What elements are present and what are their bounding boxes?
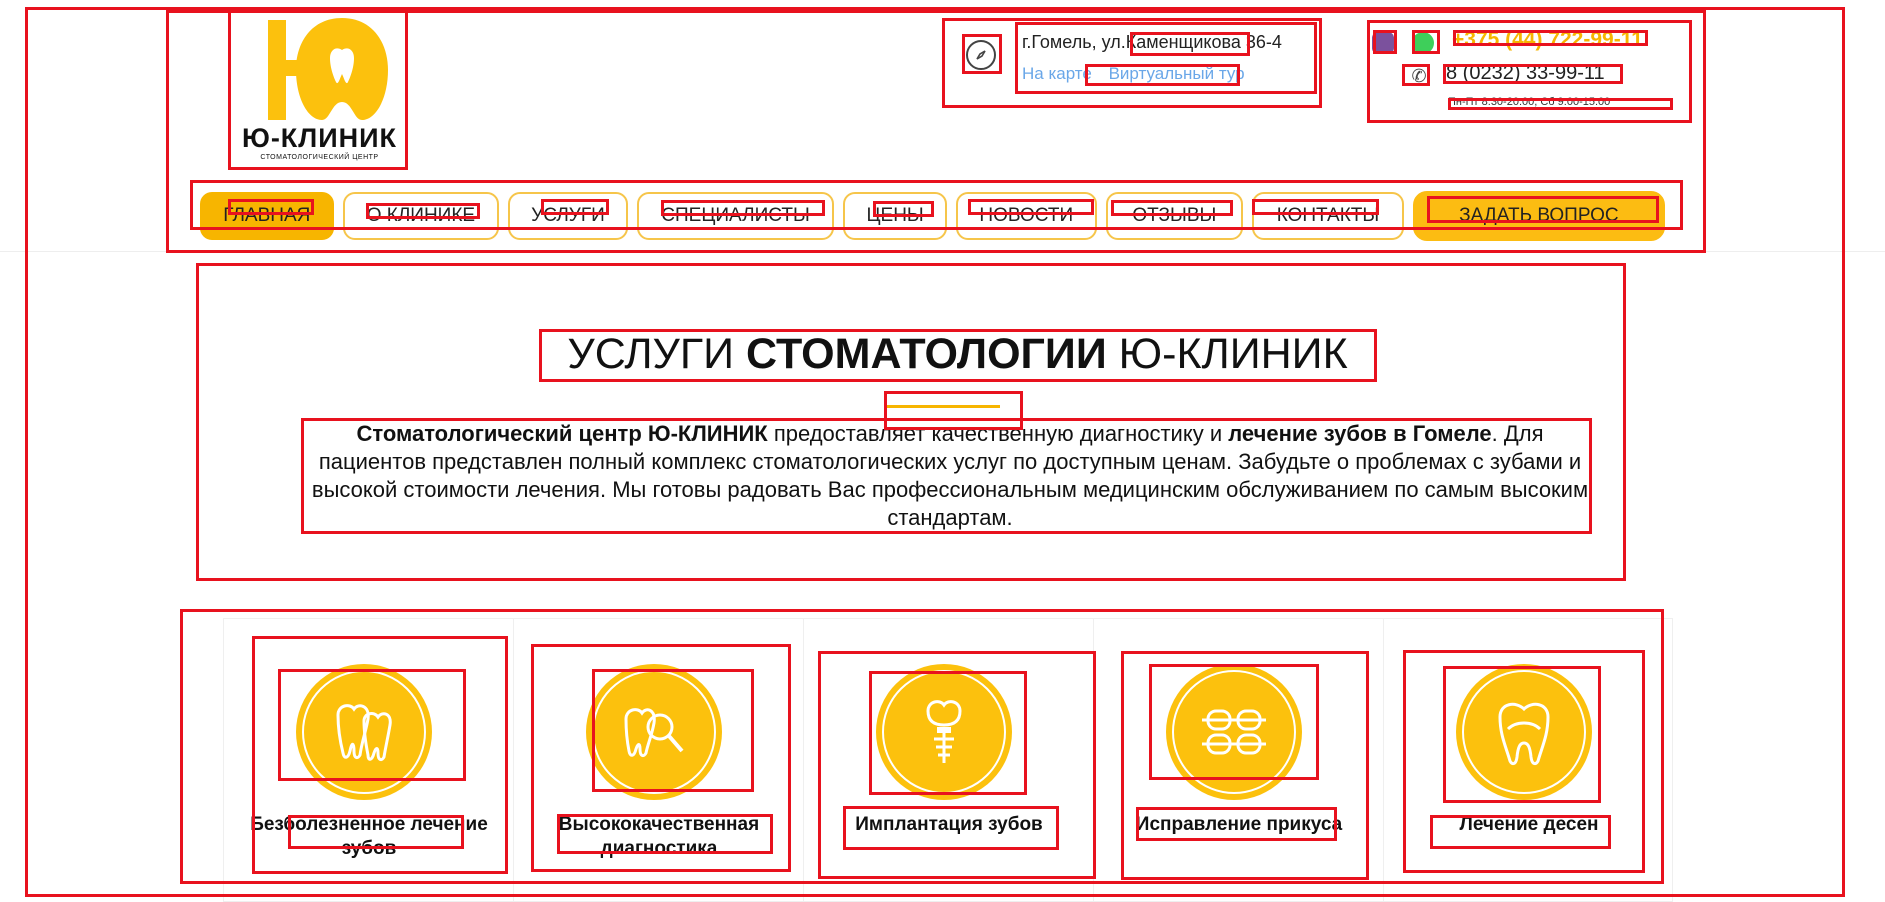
address-block: г.Гомель, ул.Каменщикова 36-4 На карте В… [960, 24, 1320, 104]
compass-icon [966, 40, 996, 70]
service-card-painless[interactable]: Безболезненное лечение зубов [224, 619, 514, 902]
service-card-diagnostics[interactable]: Высококачественная диагностика [514, 619, 804, 902]
intro-bold-1: Стоматологический центр Ю-КЛИНИК [356, 421, 768, 446]
service-label: Лечение десен [1459, 814, 1599, 835]
service-card-gums[interactable]: Лечение десен [1384, 619, 1674, 902]
diagnostic-magnifier-icon [624, 708, 684, 758]
map-link[interactable]: На карте [1022, 64, 1092, 83]
viber-icon[interactable] [1372, 32, 1394, 54]
intro-mid: предоставляет качественную диагностику и [767, 421, 1229, 446]
nav-item-reviews[interactable]: Отзывы [1105, 192, 1244, 240]
gum-tooth-icon [1498, 702, 1550, 766]
virtual-tour-link[interactable]: Виртуальный тур [1109, 64, 1245, 83]
ask-question-button[interactable]: Задать вопрос [1412, 191, 1665, 241]
page-title: УСЛУГИ СТОМАТОЛОГИИ Ю-КЛИНИК [540, 330, 1375, 379]
nav-item-about[interactable]: О клинике [342, 192, 500, 240]
phone-block: +375 (44) 722-99-11 ✆ 8 (0232) 33-99-11 … [1370, 22, 1690, 122]
title-part-2: Ю-КЛИНИК [1106, 330, 1348, 378]
tooth-logo-icon [267, 18, 388, 120]
services-list: Безболезненное лечение зубов Высококачес… [223, 618, 1673, 902]
working-hours: Пн-Пт 8:30-20:00, Сб 9:00-15:00 [1448, 96, 1611, 108]
intro-text: Стоматологический центр Ю-КЛИНИК предост… [310, 420, 1590, 532]
nav-item-contacts[interactable]: Контакты [1252, 192, 1404, 240]
whatsapp-icon[interactable] [1412, 32, 1434, 54]
intro-bold-2: лечение зубов в Гомеле [1228, 421, 1492, 446]
nav-item-specialists[interactable]: Специалисты [636, 192, 835, 240]
address-text: г.Гомель, ул.Каменщикова 36-4 [1022, 32, 1282, 52]
teeth-icon [336, 704, 392, 762]
service-card-implant[interactable]: Имплантация зубов [804, 619, 1094, 902]
nav-item-services[interactable]: Услуги [508, 192, 628, 240]
nav-item-news[interactable]: Новости [955, 192, 1097, 240]
service-card-bite[interactable]: Исправление прикуса [1094, 619, 1384, 902]
service-label: Высококачественная диагностика [558, 814, 760, 859]
service-icon-circle [1166, 664, 1302, 800]
service-label: Имплантация зубов [855, 814, 1043, 835]
service-icon-circle [1456, 664, 1592, 800]
title-part-1: УСЛУГИ [567, 330, 746, 378]
nav-item-home[interactable]: Главная [200, 192, 334, 240]
phone-icon: ✆ [1411, 66, 1427, 86]
implant-icon [926, 700, 962, 763]
clinic-logo[interactable]: Ю-КЛИНИК СТОМАТОЛОГИЧЕСКИЙ ЦЕНТР [232, 12, 407, 172]
service-icon-circle [876, 664, 1012, 800]
city-phone[interactable]: 8 (0232) 33-99-11 [1446, 62, 1605, 85]
service-label: Исправление прикуса [1135, 814, 1343, 835]
mobile-phone[interactable]: +375 (44) 722-99-11 [1452, 28, 1643, 52]
logo-subtitle: СТОМАТОЛОГИЧЕСКИЙ ЦЕНТР [260, 154, 379, 161]
logo-name: Ю-КЛИНИК [241, 123, 398, 153]
service-icon-circle [296, 664, 432, 800]
service-label: Безболезненное лечение зубов [250, 814, 488, 859]
braces-icon [1202, 709, 1266, 755]
title-bold: СТОМАТОЛОГИИ [746, 330, 1107, 378]
main-nav: Главная О клинике Услуги Специалисты Цен… [200, 191, 1665, 241]
title-divider [885, 405, 1000, 408]
service-icon-circle [586, 664, 722, 800]
nav-item-prices[interactable]: Цены [843, 192, 947, 240]
